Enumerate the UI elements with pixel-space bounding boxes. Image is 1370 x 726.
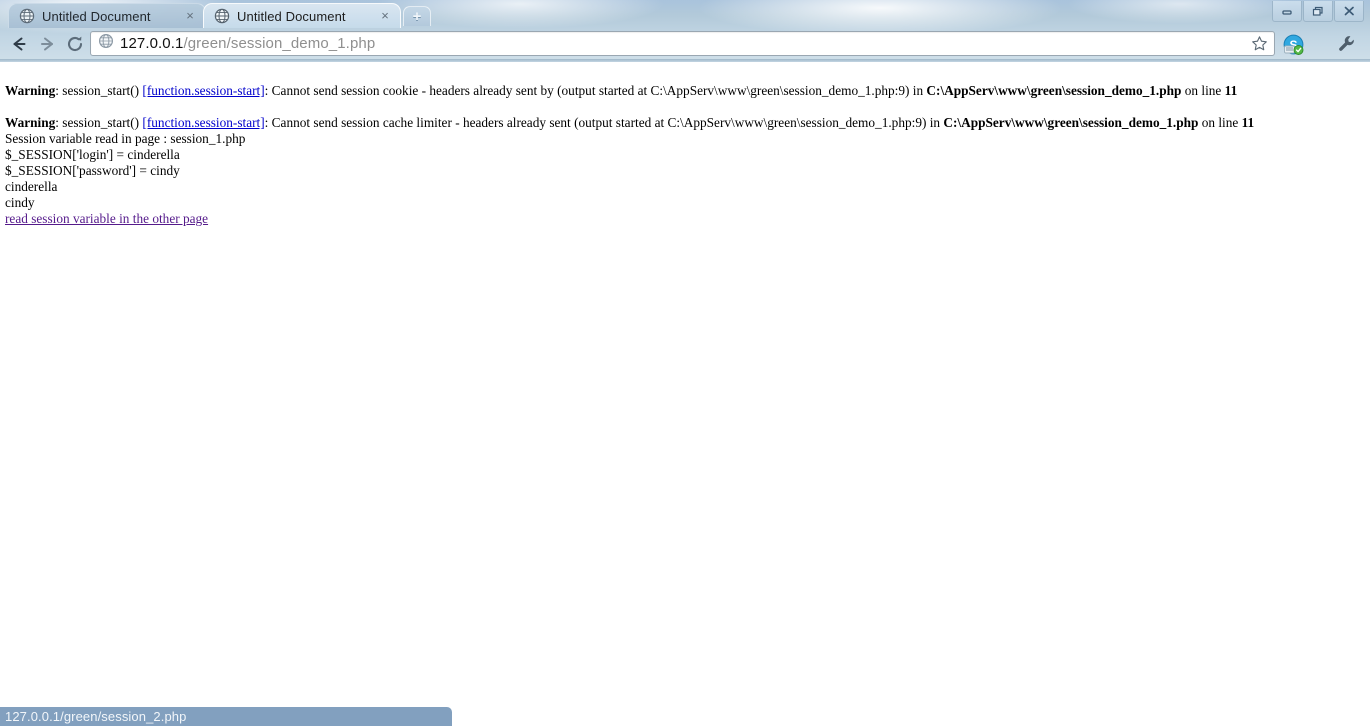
globe-icon [214, 8, 230, 24]
new-tab-button[interactable]: + [403, 6, 431, 26]
function-session-start-link[interactable]: [function.session-start] [142, 83, 264, 98]
warning-function: session_start() [62, 115, 143, 130]
minimize-icon [1282, 10, 1292, 15]
close-button[interactable] [1334, 1, 1364, 22]
close-icon [1344, 6, 1354, 16]
tab-title: Untitled Document [237, 8, 346, 24]
restore-icon [1312, 6, 1323, 16]
browser-window: Untitled Document × Untitled Document × … [0, 0, 1370, 726]
session-page-line: Session variable read in page : session_… [5, 131, 246, 146]
back-button[interactable] [5, 30, 33, 58]
warning-line-number: 11 [1241, 115, 1255, 130]
function-session-start-link[interactable]: [function.session-start] [142, 115, 264, 130]
session-password-line: $_SESSION['password'] = cindy [5, 163, 180, 178]
warning-tail: on line [1198, 115, 1242, 130]
page-content: Warning: session_start() [function.sessi… [0, 62, 1370, 726]
other-page-link-row: read session variable in the other page [0, 211, 208, 227]
warning-file-path: C:\AppServ\www\green\session_demo_1.php [926, 83, 1182, 98]
tab-untitled-document-2[interactable]: Untitled Document × [203, 3, 401, 28]
address-bar[interactable]: 127.0.0.1/green/session_demo_1.php [90, 31, 1275, 56]
php-warning-2: Warning: session_start() [function.sessi… [0, 115, 1254, 131]
wrench-menu-button[interactable] [1336, 33, 1358, 55]
php-warning-1: Warning: session_start() [function.sessi… [0, 83, 1237, 99]
warning-function: session_start() [62, 83, 143, 98]
password-value: cindy [5, 195, 35, 210]
back-arrow-icon [13, 37, 26, 50]
tab-title: Untitled Document [42, 8, 151, 24]
tab-untitled-document-1[interactable]: Untitled Document × [8, 3, 206, 28]
browser-toolbar: 127.0.0.1/green/session_demo_1.php S [0, 28, 1370, 59]
status-url-text: 127.0.0.1/green/session_2.php [5, 709, 187, 724]
bookmark-star-icon[interactable] [1248, 35, 1270, 52]
globe-icon [98, 33, 114, 54]
warning-message: : Cannot send session cookie - headers a… [264, 83, 927, 98]
plus-icon: + [412, 8, 422, 25]
warning-file-path: C:\AppServ\www\green\session_demo_1.php [943, 115, 1199, 130]
minimize-button[interactable] [1272, 1, 1302, 22]
read-session-variable-link[interactable]: read session variable in the other page [5, 211, 208, 226]
warning-line-number: 11 [1224, 83, 1238, 98]
globe-icon [19, 8, 35, 24]
url-text: 127.0.0.1/green/session_demo_1.php [120, 35, 1248, 52]
tab-strip: Untitled Document × Untitled Document × … [0, 0, 1370, 28]
skype-extension-icon[interactable]: S [1283, 34, 1304, 55]
url-path: /green/session_demo_1.php [183, 35, 376, 52]
warning-label: Warning [5, 83, 56, 98]
url-host: 127.0.0.1 [120, 35, 184, 52]
login-value: cinderella [5, 179, 58, 194]
reload-icon [68, 36, 83, 51]
forward-button[interactable] [33, 30, 61, 58]
session-login-line: $_SESSION['login'] = cinderella [5, 147, 180, 162]
forward-arrow-icon [41, 37, 53, 50]
tab-close-icon[interactable]: × [378, 9, 392, 23]
window-controls [1271, 1, 1364, 22]
warning-tail: on line [1181, 83, 1225, 98]
wrench-icon [1339, 36, 1354, 51]
warning-label: Warning [5, 115, 56, 130]
warning-message: : Cannot send session cache limiter - he… [264, 115, 944, 130]
reload-button[interactable] [61, 30, 89, 58]
status-bubble: 127.0.0.1/green/session_2.php [0, 707, 452, 726]
tab-close-icon[interactable]: × [183, 9, 197, 23]
restore-button[interactable] [1303, 1, 1333, 22]
